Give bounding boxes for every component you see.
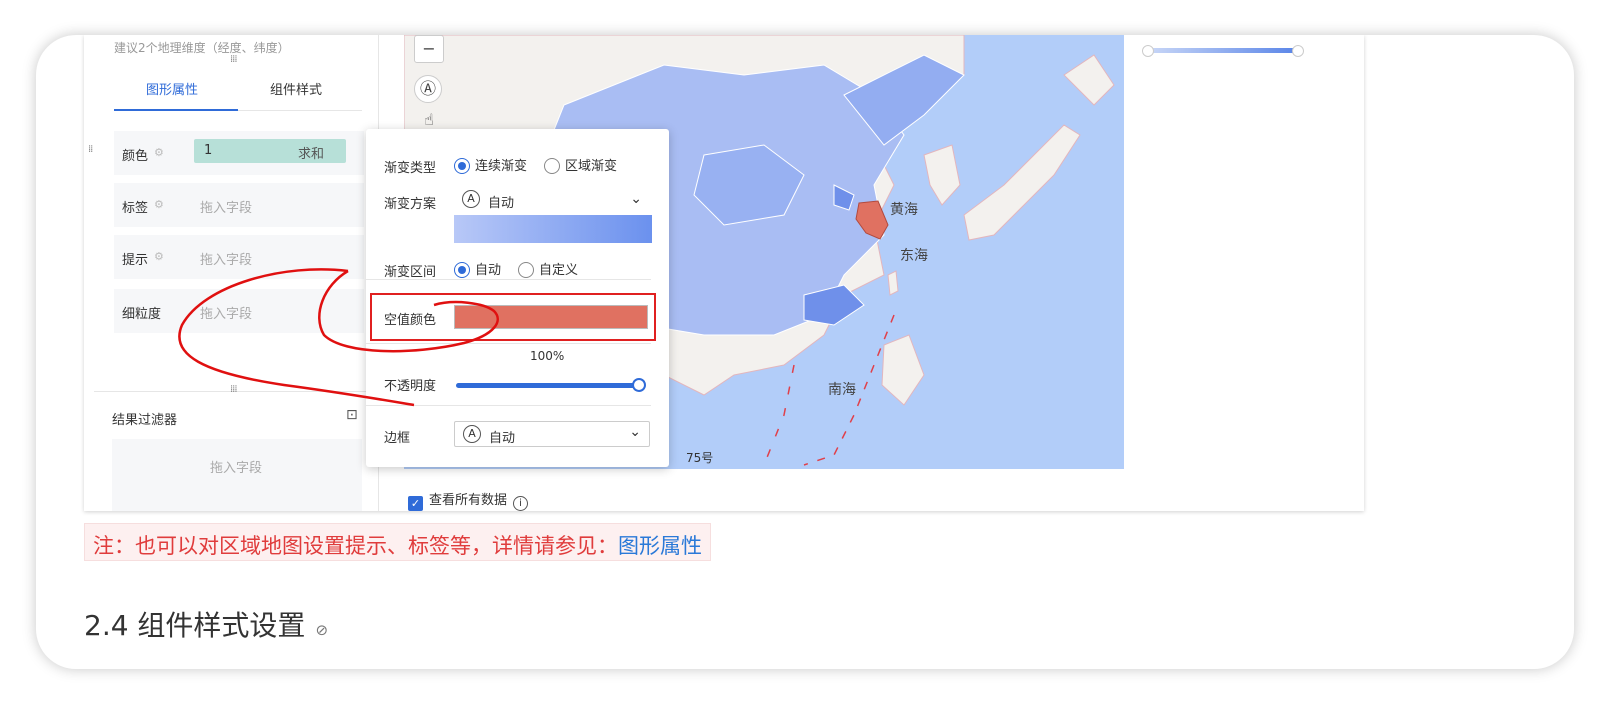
auto-icon: A xyxy=(463,425,481,443)
graphic-properties-link[interactable]: 图形属性 xyxy=(618,534,702,558)
gradient-type-label: 渐变类型 xyxy=(384,161,437,176)
dimension-hint: 建议2个地理维度（经度、纬度） xyxy=(114,41,290,55)
color-field-agg: 求和 xyxy=(297,147,324,162)
section-heading: 2.4 组件样式设置 ⊘ xyxy=(84,604,328,644)
checkbox-checked-icon[interactable]: ✓ xyxy=(408,496,423,511)
gear-icon[interactable]: ⚙ xyxy=(154,198,164,211)
result-filter-dropzone[interactable]: 拖入字段 xyxy=(112,439,362,511)
color-legend-slider[interactable] xyxy=(1142,45,1304,57)
gear-icon[interactable]: ⚙ xyxy=(154,250,164,263)
gradient-scheme-label: 渐变方案 xyxy=(384,197,437,212)
row-drag-handle-icon[interactable]: ⁞⁞ xyxy=(88,145,93,155)
show-all-data-row[interactable]: ✓ 查看所有数据 i xyxy=(408,489,529,511)
granularity-label: 细粒度 xyxy=(122,307,162,322)
app-screenshot: 建议2个地理维度（经度、纬度） ⁞⁞⁞ 图形属性 组件样式 ⁞⁞ 颜色 ⚙ 1 … xyxy=(84,35,1364,511)
label-field-row[interactable]: 标签 ⚙ 拖入字段 xyxy=(114,183,364,227)
label-label: 标签 xyxy=(122,201,149,216)
radio-unselected-icon xyxy=(544,158,560,174)
tab-component-style[interactable]: 组件样式 xyxy=(270,79,322,98)
legend-max-handle[interactable] xyxy=(1292,45,1304,57)
radio-selected-icon xyxy=(454,158,470,174)
note-callout: 注：也可以对区域地图设置提示、标签等，详情请参见：图形属性 xyxy=(84,523,711,561)
gear-icon[interactable]: ⚙ xyxy=(154,146,164,159)
border-value: 自动 xyxy=(489,431,516,446)
color-field-row[interactable]: 颜色 ⚙ 1 求和 xyxy=(114,131,364,175)
drag-handle-icon[interactable]: ⁞⁞⁞ xyxy=(230,55,237,65)
color-field-value: 1 xyxy=(204,143,213,158)
section-heading-text: 2.4 组件样式设置 xyxy=(84,609,306,642)
active-tab-indicator xyxy=(114,109,238,111)
legend-min-handle[interactable] xyxy=(1142,45,1154,57)
chevron-down-icon: ⌄ xyxy=(630,191,642,207)
info-icon[interactable]: i xyxy=(513,496,529,511)
radio-label: 区域渐变 xyxy=(565,159,618,174)
legend-gradient-track xyxy=(1148,48,1296,53)
gradient-scheme-select[interactable]: A 自动 ⌄ xyxy=(454,187,650,213)
map-label-yellow-sea: 黄海 xyxy=(890,202,918,218)
screenshot-frame: 建议2个地理维度（经度、纬度） ⁞⁞⁞ 图形属性 组件样式 ⁞⁞ 颜色 ⚙ 1 … xyxy=(36,35,1574,669)
radio-label: 连续渐变 xyxy=(475,159,528,174)
border-label: 边框 xyxy=(384,431,411,446)
chevron-down-icon: ⌄ xyxy=(629,424,641,440)
radio-region-gradient[interactable]: 区域渐变 xyxy=(544,155,617,174)
panel-tabs: 图形属性 组件样式 xyxy=(114,69,362,111)
tab-graphic-properties[interactable]: 图形属性 xyxy=(146,79,198,98)
radio-continuous-gradient[interactable]: 连续渐变 xyxy=(454,155,527,174)
note-text: 注：也可以对区域地图设置提示、标签等，详情请参见： xyxy=(93,534,618,558)
filter-placeholder: 拖入字段 xyxy=(210,461,263,476)
opacity-slider-handle[interactable] xyxy=(632,378,646,392)
gradient-preview-bar xyxy=(454,215,652,243)
anchor-link-icon[interactable]: ⊘ xyxy=(315,621,328,639)
color-label: 颜色 xyxy=(122,149,149,164)
border-select[interactable]: A 自动 ⌄ xyxy=(454,421,650,447)
zoom-out-button[interactable]: − xyxy=(414,35,444,63)
tooltip-label: 提示 xyxy=(122,253,149,268)
map-label-south-sea: 南海 xyxy=(828,382,856,398)
gradient-scheme-value: 自动 xyxy=(488,196,515,211)
map-label-east-sea: 东海 xyxy=(900,248,928,264)
reset-view-icon[interactable]: Ⓐ xyxy=(414,75,442,103)
label-placeholder: 拖入字段 xyxy=(200,201,253,216)
map-attribution: 75号 xyxy=(686,451,714,465)
color-field-pill[interactable]: 1 求和 xyxy=(194,139,346,163)
annotation-scribble xyxy=(178,268,499,407)
show-all-data-label: 查看所有数据 xyxy=(429,493,508,508)
auto-icon: A xyxy=(462,190,480,208)
